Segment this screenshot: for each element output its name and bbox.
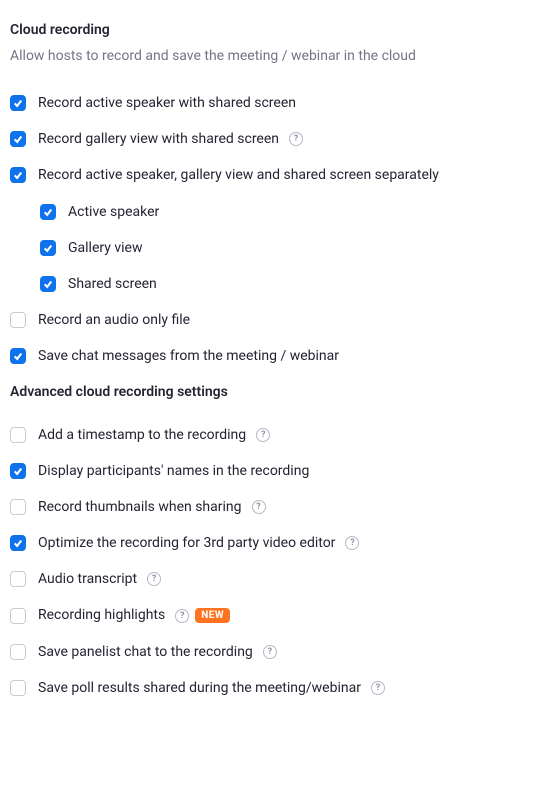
help-icon[interactable]: ? (289, 132, 303, 146)
opt1-checkbox-0[interactable] (10, 95, 26, 111)
subopt-label-1: Gallery view (68, 239, 142, 257)
opt2-row-6: Save panelist chat to the recording? (10, 643, 550, 661)
help-icon[interactable]: ? (345, 536, 359, 550)
opt2-checkbox-7[interactable] (10, 680, 26, 696)
section-description: Allow hosts to record and save the meeti… (10, 48, 550, 64)
opt1-label-2: Record active speaker, gallery view and … (38, 166, 439, 184)
sub-options-group: Active speaker Gallery view Shared screen (40, 203, 550, 294)
subopt-row-2: Shared screen (40, 275, 550, 293)
opt2-row-0: Add a timestamp to the recording? (10, 426, 550, 444)
opt2-label-5: Recording highlights (38, 606, 165, 624)
subopt-checkbox-2[interactable] (40, 276, 56, 292)
subopt-checkbox-0[interactable] (40, 204, 56, 220)
opt1b-checkbox-1[interactable] (10, 348, 26, 364)
opt2-row-1: Display participants' names in the recor… (10, 462, 550, 480)
section-title-cloud-recording: Cloud recording (10, 22, 550, 38)
opt1b-row-1: Save chat messages from the meeting / we… (10, 347, 550, 365)
options-group-2: Add a timestamp to the recording? Display… (10, 426, 550, 698)
opt2-label-7: Save poll results shared during the meet… (38, 679, 361, 697)
help-icon[interactable]: ? (252, 500, 266, 514)
opt1-row-1: Record gallery view with shared screen? (10, 130, 550, 148)
options-group-1b: Record an audio only file Save chat messa… (10, 311, 550, 365)
opt2-checkbox-3[interactable] (10, 535, 26, 551)
subopt-label-0: Active speaker (68, 203, 159, 221)
options-group-1: Record active speaker with shared screen… (10, 94, 550, 185)
opt2-label-2: Record thumbnails when sharing (38, 498, 242, 516)
opt2-checkbox-6[interactable] (10, 644, 26, 660)
opt2-label-4: Audio transcript (38, 570, 137, 588)
opt2-checkbox-0[interactable] (10, 427, 26, 443)
section-title-advanced: Advanced cloud recording settings (10, 384, 550, 400)
help-icon[interactable]: ? (256, 428, 270, 442)
opt1b-label-0: Record an audio only file (38, 311, 190, 329)
help-icon[interactable]: ? (263, 645, 277, 659)
opt2-label-6: Save panelist chat to the recording (38, 643, 253, 661)
subopt-label-2: Shared screen (68, 275, 157, 293)
opt1-row-0: Record active speaker with shared screen (10, 94, 550, 112)
opt1-label-0: Record active speaker with shared screen (38, 94, 296, 112)
subopt-row-0: Active speaker (40, 203, 550, 221)
opt1-row-2: Record active speaker, gallery view and … (10, 166, 550, 184)
opt2-label-1: Display participants' names in the recor… (38, 462, 309, 480)
help-icon[interactable]: ? (147, 572, 161, 586)
opt1b-row-0: Record an audio only file (10, 311, 550, 329)
new-badge: NEW (195, 608, 230, 623)
opt1-checkbox-1[interactable] (10, 131, 26, 147)
opt1-label-1: Record gallery view with shared screen (38, 130, 279, 148)
opt2-checkbox-4[interactable] (10, 571, 26, 587)
help-icon[interactable]: ? (175, 609, 189, 623)
opt2-row-3: Optimize the recording for 3rd party vid… (10, 534, 550, 552)
opt2-row-2: Record thumbnails when sharing? (10, 498, 550, 516)
opt2-checkbox-5[interactable] (10, 608, 26, 624)
opt2-row-4: Audio transcript? (10, 570, 550, 588)
opt1b-checkbox-0[interactable] (10, 312, 26, 328)
opt1b-label-1: Save chat messages from the meeting / we… (38, 347, 339, 365)
subopt-row-1: Gallery view (40, 239, 550, 257)
opt2-checkbox-1[interactable] (10, 463, 26, 479)
help-icon[interactable]: ? (371, 681, 385, 695)
opt2-row-7: Save poll results shared during the meet… (10, 679, 550, 697)
subopt-checkbox-1[interactable] (40, 240, 56, 256)
opt2-label-3: Optimize the recording for 3rd party vid… (38, 534, 335, 552)
opt2-row-5: Recording highlights? NEW (10, 606, 550, 624)
opt1-checkbox-2[interactable] (10, 167, 26, 183)
opt2-checkbox-2[interactable] (10, 499, 26, 515)
opt2-label-0: Add a timestamp to the recording (38, 426, 246, 444)
